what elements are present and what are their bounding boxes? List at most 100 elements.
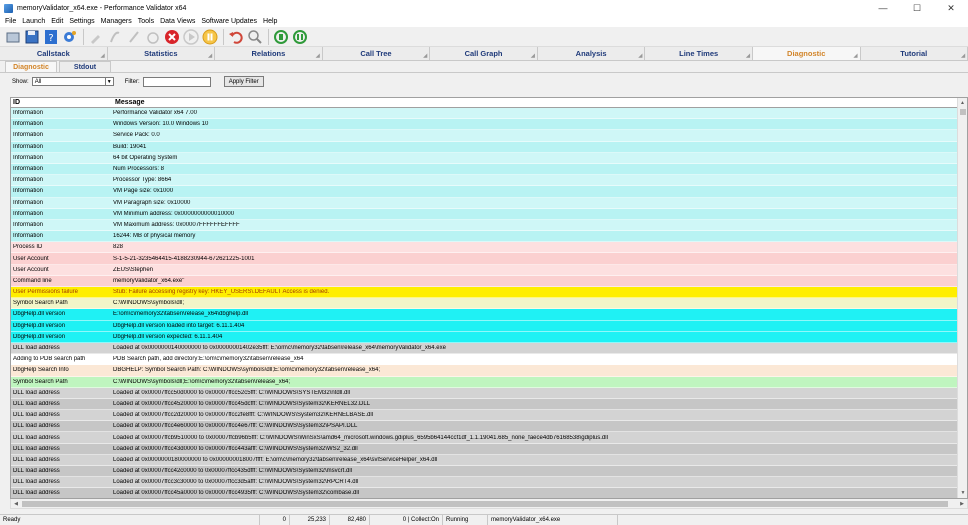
help-icon[interactable]: ?	[42, 28, 60, 46]
table-row[interactable]: DLL load address Loaded at 0x00007ffcc3c3…	[11, 477, 958, 489]
pen-icon[interactable]	[125, 28, 143, 46]
status-target: memoryValidator_x64.exe	[488, 514, 618, 525]
menu-data-views[interactable]: Data Views	[157, 18, 198, 25]
table-row[interactable]: DLL load address Loaded at 0x00007ffcc42c…	[11, 466, 958, 478]
table-row[interactable]: Command line memoryValidator_x64.exe"	[11, 275, 958, 287]
column-header-message[interactable]: Message	[113, 98, 967, 107]
table-row[interactable]: DLL load address Loaded at 0x00007ffcc452…	[11, 398, 958, 411]
status-count-2: 25,233	[290, 514, 330, 525]
scroll-right-icon[interactable]: ▶	[957, 499, 967, 509]
menu-tools[interactable]: Tools	[135, 18, 157, 25]
cell-message: C:\WINDOWS\symbols\dll;	[113, 300, 185, 307]
table-row[interactable]: DbgHelp.dll version DbgHelp.dll version l…	[11, 320, 958, 332]
tab-callstack[interactable]: Callstack ◢	[0, 47, 108, 60]
horizontal-scroll-thumb[interactable]	[22, 501, 948, 507]
tab-call-tree[interactable]: Call Tree ◢	[323, 47, 431, 60]
menu-managers[interactable]: Managers	[98, 18, 135, 25]
table-row[interactable]: Information Service Pack: 0.0	[11, 130, 958, 142]
filter-label: Filter:	[124, 78, 140, 85]
menu-file[interactable]: File	[2, 18, 19, 25]
menu-software-updates[interactable]: Software Updates	[198, 18, 260, 25]
table-row[interactable]: Symbol Search Path C:\WINDOWS\symbols\dll…	[11, 298, 958, 310]
scroll-up-icon[interactable]: ▲	[958, 98, 967, 108]
show-select[interactable]: All ▼	[31, 77, 114, 86]
scroll-down-icon[interactable]: ▼	[958, 488, 968, 498]
cell-id: DbgHelp.dll version	[13, 311, 66, 318]
table-row[interactable]: User Account S-1-5-21-3235464415-41882309…	[11, 253, 958, 265]
save-icon[interactable]	[23, 28, 41, 46]
cell-message: Performance Validator x64 7.00	[113, 110, 197, 117]
tab-tutorial[interactable]: Tutorial ◢	[861, 47, 968, 60]
pin-icon[interactable]	[87, 28, 105, 46]
table-row[interactable]: DbgHelp Search Info DBGHELP: Symbol Searc…	[11, 365, 958, 377]
magnify-icon[interactable]	[246, 28, 264, 46]
close-button[interactable]: ✕	[934, 0, 968, 16]
table-row[interactable]: Adding to PDB search path PDB Search path…	[11, 354, 958, 366]
table-row[interactable]: Information VM Page size: 0x1000	[11, 186, 958, 198]
table-row[interactable]: Information VM Paragraph size: 0x10000	[11, 197, 958, 209]
table-row[interactable]: DLL load address Loaded at 0x000000018000…	[11, 454, 958, 466]
table-row[interactable]: Information Num Processors: 8	[11, 163, 958, 176]
table-row[interactable]: DLL load address Loaded at 0x000000014000…	[11, 342, 958, 355]
new-icon[interactable]	[4, 28, 22, 46]
table-row[interactable]: Process ID 828	[11, 242, 958, 254]
status-ready: Ready	[0, 514, 260, 525]
horizontal-scrollbar[interactable]: ◀ ▶	[10, 499, 968, 509]
tab-statistics[interactable]: Statistics ◢	[108, 47, 216, 60]
filter-input[interactable]	[142, 76, 211, 87]
tab-relations[interactable]: Relations ◢	[215, 47, 323, 60]
cell-message: 64 bit Operating System	[113, 154, 178, 161]
table-row[interactable]: Information 16244: MB of physical memory	[11, 231, 958, 243]
table-row[interactable]: User Account ZEUS\Stephen	[11, 264, 958, 276]
table-row[interactable]: DbgHelp.dll version DbgHelp.dll version e…	[11, 331, 958, 343]
play-icon[interactable]	[182, 28, 200, 46]
vertical-scroll-thumb[interactable]	[960, 109, 966, 115]
table-row[interactable]: Symbol Search Path C:\WINDOWS\symbols\dll…	[11, 376, 958, 388]
table-row[interactable]: Information Build: 19041	[11, 141, 958, 153]
timer-icon[interactable]	[144, 28, 162, 46]
refresh-icon[interactable]	[272, 28, 290, 46]
menu-help[interactable]: Help	[260, 18, 280, 25]
tab-analysis[interactable]: Analysis ◢	[538, 47, 646, 60]
menu-settings[interactable]: Settings	[66, 18, 97, 25]
subtab-diagnostic[interactable]: Diagnostic	[5, 61, 57, 72]
pause-icon[interactable]	[201, 28, 219, 46]
table-row[interactable]: DLL load address Loaded at 0x00007ffcc4e6…	[11, 421, 958, 433]
table-row[interactable]: DLL load address Loaded at 0x00007ffcc45a…	[11, 488, 958, 498]
apply-filter-button[interactable]: Apply Filter	[223, 76, 264, 87]
table-row[interactable]: User Permissions failure Stub: Failure ac…	[11, 287, 958, 299]
table-row[interactable]: Information Windows Version: 10.0 Windows…	[11, 119, 958, 131]
minimize-button[interactable]: —	[866, 0, 900, 16]
table-row[interactable]: Information VM Minimum address: 0x0000000…	[11, 208, 958, 220]
cell-id: DLL load address	[13, 490, 60, 497]
chevron-down-icon[interactable]: ▼	[104, 77, 113, 86]
stop-icon[interactable]	[163, 28, 181, 46]
refresh-all-icon[interactable]	[291, 28, 309, 46]
table-row[interactable]: Information Performance Validator x64 7.0…	[11, 108, 958, 120]
table-row[interactable]: Information VM Maximum address: 0x00007FF…	[11, 219, 958, 232]
gear-icon[interactable]	[61, 28, 79, 46]
cell-id: Information	[13, 188, 44, 195]
column-header-id[interactable]: ID	[11, 98, 113, 107]
vertical-scrollbar[interactable]: ▲ ▼	[957, 98, 967, 498]
table-row[interactable]: DLL load address Loaded at 0x00007ffcc2d2…	[11, 410, 958, 422]
hook-icon[interactable]	[106, 28, 124, 46]
scroll-left-icon[interactable]: ◀	[11, 499, 21, 509]
table-row[interactable]: DLL load address Loaded at 0x00007ffcc43d…	[11, 443, 958, 455]
table-row[interactable]: Information Processor Type: 8664	[11, 175, 958, 187]
subtab-stdout[interactable]: Stdout	[59, 61, 111, 72]
table-row[interactable]: DbgHelp.dll version E:\om\c\memory32\tabs…	[11, 309, 958, 321]
menu-launch[interactable]: Launch	[19, 18, 48, 25]
undo-icon[interactable]	[227, 28, 245, 46]
table-row[interactable]: DLL load address Loaded at 0x00007ffcc50d…	[11, 387, 958, 399]
cell-message: VM Page size: 0x1000	[113, 188, 174, 195]
cell-id: Information	[13, 132, 44, 139]
tab-line-times[interactable]: Line Times ◢	[645, 47, 753, 60]
title-bar: memoryValidator_x64.exe - Performance Va…	[0, 0, 968, 16]
maximize-button[interactable]: ☐	[900, 0, 934, 16]
table-row[interactable]: Information 64 bit Operating System	[11, 152, 958, 164]
table-row[interactable]: DLL load address Loaded at 0x00007ffcb951…	[11, 432, 958, 444]
tab-diagnostic[interactable]: Diagnostic ◢	[752, 47, 861, 60]
menu-edit[interactable]: Edit	[48, 18, 66, 25]
tab-call-graph[interactable]: Call Graph ◢	[430, 47, 538, 60]
